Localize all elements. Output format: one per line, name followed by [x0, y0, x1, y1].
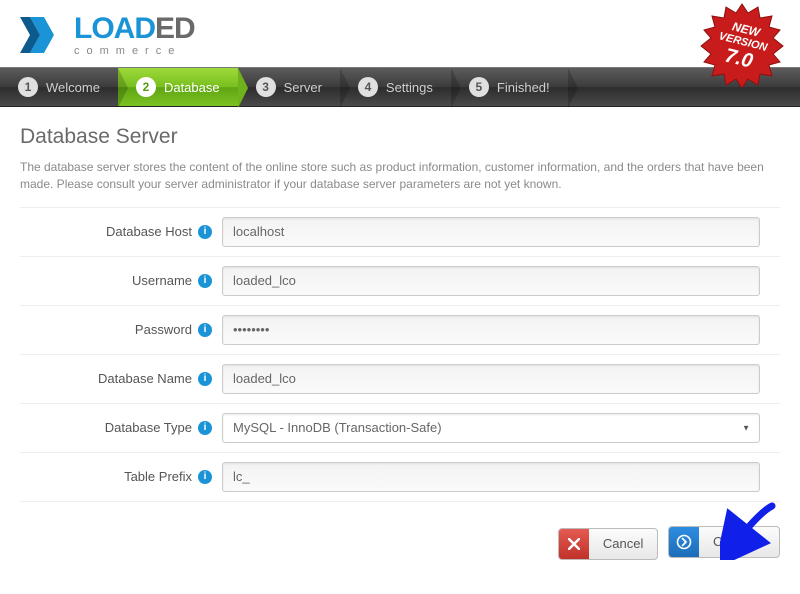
info-icon[interactable]: i: [198, 470, 212, 484]
row-table-prefix: Table Prefix i: [20, 452, 780, 502]
logo: LOADED commerce: [20, 14, 195, 57]
step-number: 2: [136, 77, 156, 97]
continue-button[interactable]: Continue: [668, 526, 780, 558]
step-settings[interactable]: 4 Settings: [340, 68, 451, 106]
page-description: The database server stores the content o…: [20, 159, 780, 194]
cancel-button[interactable]: Cancel: [558, 528, 658, 560]
label-username: Username: [132, 273, 192, 288]
username-input[interactable]: [222, 266, 760, 296]
step-label: Settings: [386, 80, 433, 95]
step-label: Welcome: [46, 80, 100, 95]
step-number: 4: [358, 77, 378, 97]
table-prefix-input[interactable]: [222, 462, 760, 492]
step-label: Database: [164, 80, 220, 95]
label-table-prefix: Table Prefix: [124, 469, 192, 484]
info-icon[interactable]: i: [198, 421, 212, 435]
info-icon[interactable]: i: [198, 372, 212, 386]
cancel-button-label: Cancel: [589, 536, 657, 551]
row-password: Password i: [20, 305, 780, 355]
step-database[interactable]: 2 Database: [118, 68, 238, 106]
row-database-name: Database Name i: [20, 354, 780, 404]
step-label: Server: [284, 80, 322, 95]
step-welcome[interactable]: 1 Welcome: [0, 68, 118, 106]
label-database-name: Database Name: [98, 371, 192, 386]
step-number: 3: [256, 77, 276, 97]
close-icon: [559, 529, 589, 559]
version-badge: NEW VERSION 7.0: [698, 2, 786, 90]
step-number: 5: [469, 77, 489, 97]
logo-subtitle: commerce: [74, 46, 195, 57]
row-username: Username i: [20, 256, 780, 306]
logo-text: LOADED: [74, 14, 195, 44]
info-icon[interactable]: i: [198, 323, 212, 337]
info-icon[interactable]: i: [198, 274, 212, 288]
database-name-input[interactable]: [222, 364, 760, 394]
step-finished[interactable]: 5 Finished!: [451, 68, 568, 106]
info-icon[interactable]: i: [198, 225, 212, 239]
content: Database Server The database server stor…: [0, 107, 800, 502]
step-number: 1: [18, 77, 38, 97]
arrow-circle-icon: [669, 527, 699, 557]
footer-buttons: Cancel Continue: [0, 502, 800, 560]
database-host-input[interactable]: [222, 217, 760, 247]
logo-icon: [20, 17, 66, 55]
row-database-type: Database Type i MySQL - InnoDB (Transacti…: [20, 403, 780, 453]
password-input[interactable]: [222, 315, 760, 345]
label-database-type: Database Type: [105, 420, 192, 435]
label-password: Password: [135, 322, 192, 337]
step-label: Finished!: [497, 80, 550, 95]
row-database-host: Database Host i: [20, 207, 780, 257]
wizard-steps: 1 Welcome 2 Database 3 Server 4 Settings…: [0, 67, 800, 107]
header: LOADED commerce: [0, 0, 800, 67]
database-type-select[interactable]: MySQL - InnoDB (Transaction-Safe): [222, 413, 760, 443]
label-database-host: Database Host: [106, 224, 192, 239]
page-title: Database Server: [20, 125, 780, 149]
continue-button-label: Continue: [699, 534, 779, 549]
step-server[interactable]: 3 Server: [238, 68, 340, 106]
